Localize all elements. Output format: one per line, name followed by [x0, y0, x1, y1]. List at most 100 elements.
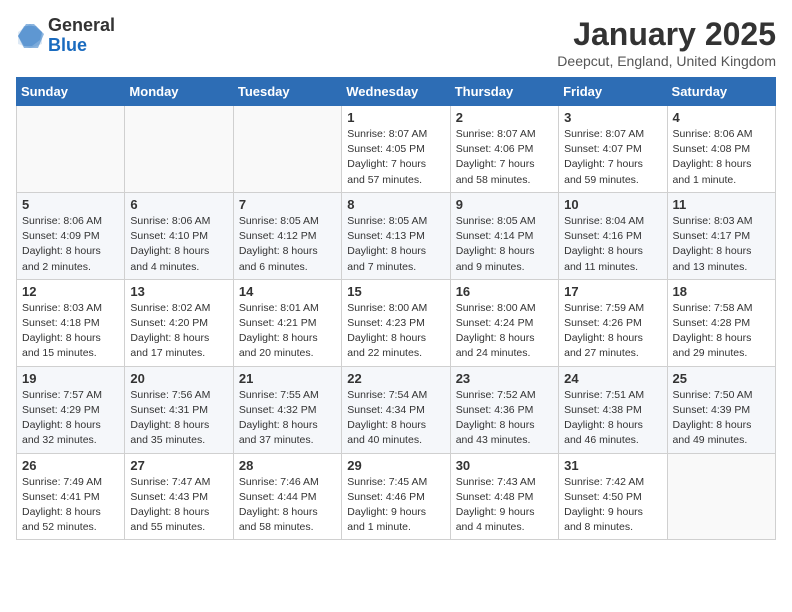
- day-info: Sunrise: 8:06 AM Sunset: 4:09 PM Dayligh…: [22, 214, 119, 275]
- day-info: Sunrise: 8:00 AM Sunset: 4:24 PM Dayligh…: [456, 301, 553, 362]
- calendar-cell: 29 Sunrise: 7:45 AM Sunset: 4:46 PM Dayli…: [342, 453, 450, 540]
- calendar-cell: 21 Sunrise: 7:55 AM Sunset: 4:32 PM Dayli…: [233, 366, 341, 453]
- calendar-cell: 13 Sunrise: 8:02 AM Sunset: 4:20 PM Dayli…: [125, 279, 233, 366]
- day-info: Sunrise: 8:06 AM Sunset: 4:10 PM Dayligh…: [130, 214, 227, 275]
- day-info: Sunrise: 8:04 AM Sunset: 4:16 PM Dayligh…: [564, 214, 661, 275]
- day-info: Sunrise: 8:05 AM Sunset: 4:13 PM Dayligh…: [347, 214, 444, 275]
- location: Deepcut, England, United Kingdom: [557, 53, 776, 69]
- weekday-header-friday: Friday: [559, 78, 667, 106]
- day-number: 22: [347, 371, 444, 386]
- day-number: 18: [673, 284, 770, 299]
- day-number: 20: [130, 371, 227, 386]
- weekday-header-monday: Monday: [125, 78, 233, 106]
- calendar-cell: [233, 106, 341, 193]
- day-info: Sunrise: 7:55 AM Sunset: 4:32 PM Dayligh…: [239, 388, 336, 449]
- day-info: Sunrise: 7:50 AM Sunset: 4:39 PM Dayligh…: [673, 388, 770, 449]
- day-info: Sunrise: 8:03 AM Sunset: 4:17 PM Dayligh…: [673, 214, 770, 275]
- logo-text: General Blue: [48, 16, 115, 56]
- day-number: 10: [564, 197, 661, 212]
- day-info: Sunrise: 8:01 AM Sunset: 4:21 PM Dayligh…: [239, 301, 336, 362]
- month-title: January 2025: [557, 16, 776, 53]
- weekday-header-row: SundayMondayTuesdayWednesdayThursdayFrid…: [17, 78, 776, 106]
- day-info: Sunrise: 8:06 AM Sunset: 4:08 PM Dayligh…: [673, 127, 770, 188]
- calendar-cell: 8 Sunrise: 8:05 AM Sunset: 4:13 PM Daylig…: [342, 192, 450, 279]
- day-number: 16: [456, 284, 553, 299]
- logo-icon: [16, 22, 44, 50]
- calendar-cell: 19Sunrise: 7:57 AM Sunset: 4:29 PM Dayli…: [17, 366, 125, 453]
- day-number: 29: [347, 458, 444, 473]
- calendar-cell: 11 Sunrise: 8:03 AM Sunset: 4:17 PM Dayli…: [667, 192, 775, 279]
- logo: General Blue: [16, 16, 115, 56]
- day-number: 28: [239, 458, 336, 473]
- day-info: Sunrise: 8:05 AM Sunset: 4:14 PM Dayligh…: [456, 214, 553, 275]
- day-info: Sunrise: 7:42 AM Sunset: 4:50 PM Dayligh…: [564, 475, 661, 536]
- page-header: General Blue January 2025 Deepcut, Engla…: [16, 16, 776, 69]
- day-number: 5: [22, 197, 119, 212]
- day-info: Sunrise: 8:03 AM Sunset: 4:18 PM Dayligh…: [22, 301, 119, 362]
- day-number: 14: [239, 284, 336, 299]
- calendar-cell: 14 Sunrise: 8:01 AM Sunset: 4:21 PM Dayli…: [233, 279, 341, 366]
- day-number: 2: [456, 110, 553, 125]
- day-number: 13: [130, 284, 227, 299]
- calendar-cell: 30 Sunrise: 7:43 AM Sunset: 4:48 PM Dayli…: [450, 453, 558, 540]
- calendar-cell: 15Sunrise: 8:00 AM Sunset: 4:23 PM Dayli…: [342, 279, 450, 366]
- day-number: 30: [456, 458, 553, 473]
- calendar-cell: 25 Sunrise: 7:50 AM Sunset: 4:39 PM Dayli…: [667, 366, 775, 453]
- day-info: Sunrise: 7:49 AM Sunset: 4:41 PM Dayligh…: [22, 475, 119, 536]
- day-number: 27: [130, 458, 227, 473]
- day-number: 12: [22, 284, 119, 299]
- day-info: Sunrise: 8:02 AM Sunset: 4:20 PM Dayligh…: [130, 301, 227, 362]
- calendar-cell: 17 Sunrise: 7:59 AM Sunset: 4:26 PM Dayli…: [559, 279, 667, 366]
- calendar-body: 1 Sunrise: 8:07 AM Sunset: 4:05 PM Daylig…: [17, 106, 776, 540]
- title-block: January 2025 Deepcut, England, United Ki…: [557, 16, 776, 69]
- calendar-cell: 10 Sunrise: 8:04 AM Sunset: 4:16 PM Dayli…: [559, 192, 667, 279]
- calendar-week-1: 1 Sunrise: 8:07 AM Sunset: 4:05 PM Daylig…: [17, 106, 776, 193]
- day-number: 23: [456, 371, 553, 386]
- day-info: Sunrise: 7:46 AM Sunset: 4:44 PM Dayligh…: [239, 475, 336, 536]
- day-number: 7: [239, 197, 336, 212]
- weekday-header-tuesday: Tuesday: [233, 78, 341, 106]
- day-info: Sunrise: 7:47 AM Sunset: 4:43 PM Dayligh…: [130, 475, 227, 536]
- day-info: Sunrise: 8:07 AM Sunset: 4:05 PM Dayligh…: [347, 127, 444, 188]
- day-info: Sunrise: 8:00 AM Sunset: 4:23 PM Dayligh…: [347, 301, 444, 362]
- calendar-cell: 23 Sunrise: 7:52 AM Sunset: 4:36 PM Dayli…: [450, 366, 558, 453]
- calendar-cell: 4Sunrise: 8:06 AM Sunset: 4:08 PM Daylig…: [667, 106, 775, 193]
- calendar-cell: 24 Sunrise: 7:51 AM Sunset: 4:38 PM Dayli…: [559, 366, 667, 453]
- calendar-cell: 9 Sunrise: 8:05 AM Sunset: 4:14 PM Daylig…: [450, 192, 558, 279]
- day-info: Sunrise: 7:56 AM Sunset: 4:31 PM Dayligh…: [130, 388, 227, 449]
- calendar-cell: [17, 106, 125, 193]
- day-info: Sunrise: 7:54 AM Sunset: 4:34 PM Dayligh…: [347, 388, 444, 449]
- day-number: 3: [564, 110, 661, 125]
- day-number: 1: [347, 110, 444, 125]
- calendar-cell: 26 Sunrise: 7:49 AM Sunset: 4:41 PM Dayli…: [17, 453, 125, 540]
- day-number: 24: [564, 371, 661, 386]
- day-number: 31: [564, 458, 661, 473]
- day-info: Sunrise: 7:52 AM Sunset: 4:36 PM Dayligh…: [456, 388, 553, 449]
- calendar-week-4: 19Sunrise: 7:57 AM Sunset: 4:29 PM Dayli…: [17, 366, 776, 453]
- calendar-cell: 12 Sunrise: 8:03 AM Sunset: 4:18 PM Dayli…: [17, 279, 125, 366]
- calendar-cell: 16 Sunrise: 8:00 AM Sunset: 4:24 PM Dayli…: [450, 279, 558, 366]
- day-number: 9: [456, 197, 553, 212]
- day-info: Sunrise: 7:43 AM Sunset: 4:48 PM Dayligh…: [456, 475, 553, 536]
- day-number: 11: [673, 197, 770, 212]
- day-number: 26: [22, 458, 119, 473]
- calendar-cell: 5 Sunrise: 8:06 AM Sunset: 4:09 PM Daylig…: [17, 192, 125, 279]
- day-info: Sunrise: 7:45 AM Sunset: 4:46 PM Dayligh…: [347, 475, 444, 536]
- day-number: 25: [673, 371, 770, 386]
- calendar-cell: [667, 453, 775, 540]
- calendar-cell: 6Sunrise: 8:06 AM Sunset: 4:10 PM Daylig…: [125, 192, 233, 279]
- day-info: Sunrise: 7:59 AM Sunset: 4:26 PM Dayligh…: [564, 301, 661, 362]
- weekday-header-wednesday: Wednesday: [342, 78, 450, 106]
- calendar-cell: 7Sunrise: 8:05 AM Sunset: 4:12 PM Daylig…: [233, 192, 341, 279]
- day-number: 19: [22, 371, 119, 386]
- calendar-cell: 28 Sunrise: 7:46 AM Sunset: 4:44 PM Dayli…: [233, 453, 341, 540]
- calendar-week-2: 5 Sunrise: 8:06 AM Sunset: 4:09 PM Daylig…: [17, 192, 776, 279]
- day-number: 8: [347, 197, 444, 212]
- calendar-cell: 22 Sunrise: 7:54 AM Sunset: 4:34 PM Dayli…: [342, 366, 450, 453]
- day-info: Sunrise: 7:51 AM Sunset: 4:38 PM Dayligh…: [564, 388, 661, 449]
- calendar-cell: 2Sunrise: 8:07 AM Sunset: 4:06 PM Daylig…: [450, 106, 558, 193]
- day-number: 21: [239, 371, 336, 386]
- calendar-cell: 18Sunrise: 7:58 AM Sunset: 4:28 PM Dayli…: [667, 279, 775, 366]
- day-number: 17: [564, 284, 661, 299]
- calendar-cell: [125, 106, 233, 193]
